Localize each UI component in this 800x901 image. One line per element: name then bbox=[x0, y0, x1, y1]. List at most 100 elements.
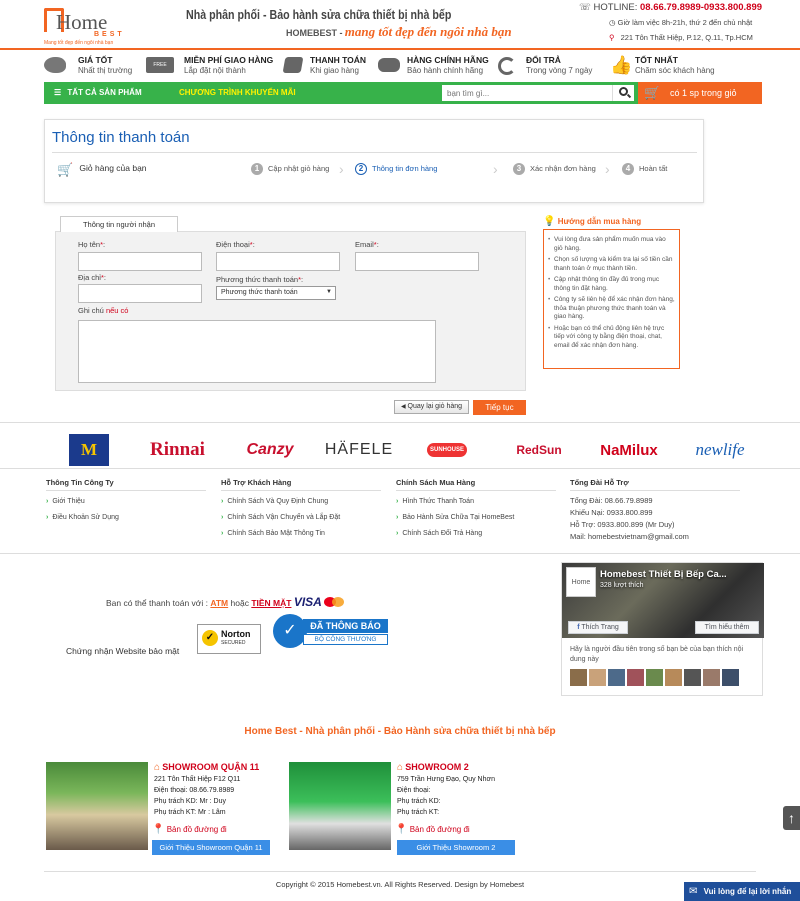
payment-methods: Ban có thể thanh toán với : ATM hoặc TIỀ… bbox=[106, 595, 345, 609]
page-title: Thông tin thanh toán bbox=[52, 129, 190, 146]
mastercard-logo bbox=[324, 597, 345, 607]
footer-contact: Hỗ Trợ: 0933.800.899 (Mr Duy) bbox=[570, 520, 675, 529]
search-button[interactable] bbox=[612, 85, 634, 101]
form-tab[interactable]: Thông tin người nhận bbox=[60, 216, 178, 232]
search-input[interactable] bbox=[442, 85, 612, 101]
menu-icon: ☰ bbox=[54, 88, 62, 97]
cart-summary[interactable]: 🛒 Giỏ hàng của bạn bbox=[57, 162, 147, 178]
payment-icon bbox=[282, 57, 304, 73]
slogan-brand: HOMEBEST - bbox=[286, 28, 343, 38]
norton-check-icon: ✓ bbox=[202, 630, 218, 646]
shopping-cart-icon: 🛒 bbox=[57, 162, 74, 177]
back-to-cart-button[interactable]: ◀ Quay lại giỏ hàng bbox=[394, 400, 469, 414]
footer-link[interactable]: Giới Thiệu bbox=[46, 498, 84, 505]
avatar[interactable] bbox=[703, 669, 720, 686]
thumbs-up-icon: 👍 bbox=[610, 55, 633, 75]
features-bar: GIÁ TỐT Nhất thị trường FREE MIỄN PHÍ GI… bbox=[0, 53, 800, 81]
purchase-guide: Vui lòng đưa sản phẩm muốn mua vào giỏ h… bbox=[543, 229, 680, 369]
footer-hotline-title: Tổng Đài Hỗ Trợ bbox=[570, 478, 629, 487]
footer-link[interactable]: Chính Sách Và Quy Định Chung bbox=[221, 498, 328, 505]
avatar[interactable] bbox=[589, 669, 606, 686]
footer-purchase-title: Chính Sách Mua Hàng bbox=[396, 478, 476, 487]
avatar[interactable] bbox=[646, 669, 663, 686]
phone-icon: ☏ bbox=[579, 2, 591, 13]
footer-link[interactable]: Chính Sách Vận Chuyển và Lắp Đặt bbox=[221, 514, 340, 521]
facebook-cover[interactable]: Home Homebest Thiết Bị Bếp Ca... 328 lượ… bbox=[562, 563, 764, 638]
brand-logo-hafele[interactable]: HÄFELE bbox=[323, 432, 395, 468]
facebook-fan-avatars bbox=[570, 669, 750, 687]
footer-link[interactable]: Điều Khoản Sử Dụng bbox=[46, 514, 119, 521]
map-pin-icon: 📍 bbox=[395, 824, 408, 835]
all-products-menu[interactable]: ☰ TẤT CẢ SẢN PHẨM bbox=[54, 88, 142, 97]
ministry-check-icon: ✓ bbox=[273, 614, 307, 648]
brand-logo-sunhouse[interactable]: SUNHOUSE bbox=[424, 432, 470, 468]
showroom-section-title: Home Best - Nhà phân phối - Bảo Hành sửa… bbox=[244, 726, 556, 737]
footer-link[interactable]: Bảo Hành Sửa Chữa Tại HomeBest bbox=[396, 514, 514, 521]
brand-logo-namilux[interactable]: NaMilux bbox=[592, 432, 666, 468]
footer-link[interactable]: Chính Sách Bảo Mật Thông Tin bbox=[221, 530, 325, 537]
cash-label: TIỀN MẶT bbox=[251, 598, 292, 608]
map-link[interactable]: 📍 Bản đồ đường đi bbox=[152, 824, 227, 835]
home-icon: ⌂ bbox=[154, 762, 161, 773]
guide-title: 💡 Hướng dẫn mua hàng bbox=[543, 216, 642, 227]
avatar[interactable] bbox=[570, 669, 587, 686]
showroom-photo[interactable] bbox=[289, 762, 391, 850]
brand-logo-newlife[interactable]: newlife bbox=[684, 432, 756, 468]
address-input[interactable] bbox=[78, 284, 202, 303]
nav-bar: ☰ TẤT CẢ SẢN PHẨM CHƯƠNG TRÌNH KHUYẾN MÃ… bbox=[44, 82, 762, 104]
ministry-badge[interactable]: ✓ ĐÃ THÔNG BÁO BỘ CÔNG THƯƠNG bbox=[273, 614, 388, 650]
avatar[interactable] bbox=[722, 669, 739, 686]
checkout-steps: 1 Cập nhật giỏ hàng › 2 Thông tin đơn hàng… bbox=[245, 161, 667, 181]
facebook-page-avatar: Home bbox=[566, 567, 596, 597]
brand-logo-m[interactable]: M bbox=[68, 432, 110, 468]
showroom-intro-button[interactable]: Giới Thiệu Showroom Quận 11 bbox=[152, 840, 270, 855]
logo-tagline: Mang tốt đẹp đến ngôi nhà bạn bbox=[44, 40, 114, 46]
brand-logo-redsun[interactable]: RedSun bbox=[514, 432, 564, 468]
step-3[interactable]: 3 Xác nhận đơn hàng bbox=[513, 163, 596, 175]
showroom-name[interactable]: ⌂ SHOWROOM QUẬN 11 bbox=[154, 762, 259, 773]
facebook-more-button[interactable]: Tìm hiểu thêm bbox=[695, 621, 759, 634]
facebook-like-button[interactable]: f Thích Trang bbox=[568, 621, 628, 634]
name-label: Họ tên*: bbox=[78, 240, 106, 249]
note-textarea[interactable] bbox=[78, 320, 436, 383]
footer-link[interactable]: Chính Sách Đổi Trả Hàng bbox=[396, 530, 482, 537]
phone-label: Điện thoại*: bbox=[216, 240, 255, 249]
step-2[interactable]: 2 Thông tin đơn hàng bbox=[355, 163, 437, 175]
map-link[interactable]: 📍 Bản đồ đường đi bbox=[395, 824, 470, 835]
phone-input[interactable] bbox=[216, 252, 340, 271]
showroom-photo[interactable] bbox=[46, 762, 148, 850]
header-slogan-2: HOMEBEST - mang tốt đẹp đến ngôi nhà bạn bbox=[286, 24, 512, 40]
showroom-intro-button[interactable]: Giới Thiệu Showroom 2 bbox=[397, 840, 515, 855]
avatar[interactable] bbox=[684, 669, 701, 686]
footer-link[interactable]: Hình Thức Thanh Toán bbox=[396, 498, 474, 505]
hotline[interactable]: ☏ HOTLINE: 08.66.79.8989-0933.800.899 bbox=[579, 2, 762, 13]
norton-badge[interactable]: ✓ Norton SECURED bbox=[197, 624, 261, 654]
payment-method-select[interactable]: Phương thức thanh toán ▼ bbox=[216, 286, 336, 300]
clock-icon: ◷ bbox=[609, 18, 616, 27]
back-arrow-icon: ◀ bbox=[400, 404, 406, 410]
avatar[interactable] bbox=[627, 669, 644, 686]
avatar[interactable] bbox=[608, 669, 625, 686]
cart-button[interactable]: 🛒 có 1 sp trong giỏ bbox=[638, 82, 762, 104]
step-4[interactable]: 4 Hoàn tất bbox=[622, 163, 667, 175]
name-input[interactable] bbox=[78, 252, 202, 271]
note-label: Ghi chú nếu có bbox=[78, 306, 129, 315]
brand-logo-rinnai[interactable]: Rinnai bbox=[140, 432, 215, 468]
brand-logo-canzy[interactable]: Canzy bbox=[236, 432, 304, 468]
step-1[interactable]: 1 Cập nhật giỏ hàng bbox=[251, 163, 329, 175]
chat-button[interactable]: ✉ Vui lòng để lại lời nhắn bbox=[684, 882, 800, 901]
footer-contact: Mail: homebestvietnam@gmail.com bbox=[570, 532, 689, 541]
continue-button[interactable]: Tiếp tục bbox=[473, 400, 526, 415]
promotions-link[interactable]: CHƯƠNG TRÌNH KHUYẾN MÃI bbox=[179, 88, 296, 97]
avatar[interactable] bbox=[665, 669, 682, 686]
header-slogan-1: Nhà phân phối - Bảo hành sửa chữa thiết … bbox=[186, 7, 452, 22]
showroom-name[interactable]: ⌂ SHOWROOM 2 bbox=[397, 762, 469, 773]
footer-contact: Khiếu Nại: 0933.800.899 bbox=[570, 508, 653, 517]
header: Home BEST Mang tốt đẹp đến ngôi nhà bạn … bbox=[0, 0, 800, 50]
email-input[interactable] bbox=[355, 252, 479, 271]
working-hours: ◷ Giờ làm việc 8h-21h, thứ 2 đến chủ nhậ… bbox=[609, 18, 753, 27]
facebook-icon: f bbox=[577, 624, 580, 631]
logo[interactable]: Home BEST Mang tốt đẹp đến ngôi nhà bạn bbox=[44, 4, 124, 46]
refresh-icon bbox=[498, 57, 516, 75]
scroll-top-button[interactable]: ↑ bbox=[783, 806, 800, 830]
